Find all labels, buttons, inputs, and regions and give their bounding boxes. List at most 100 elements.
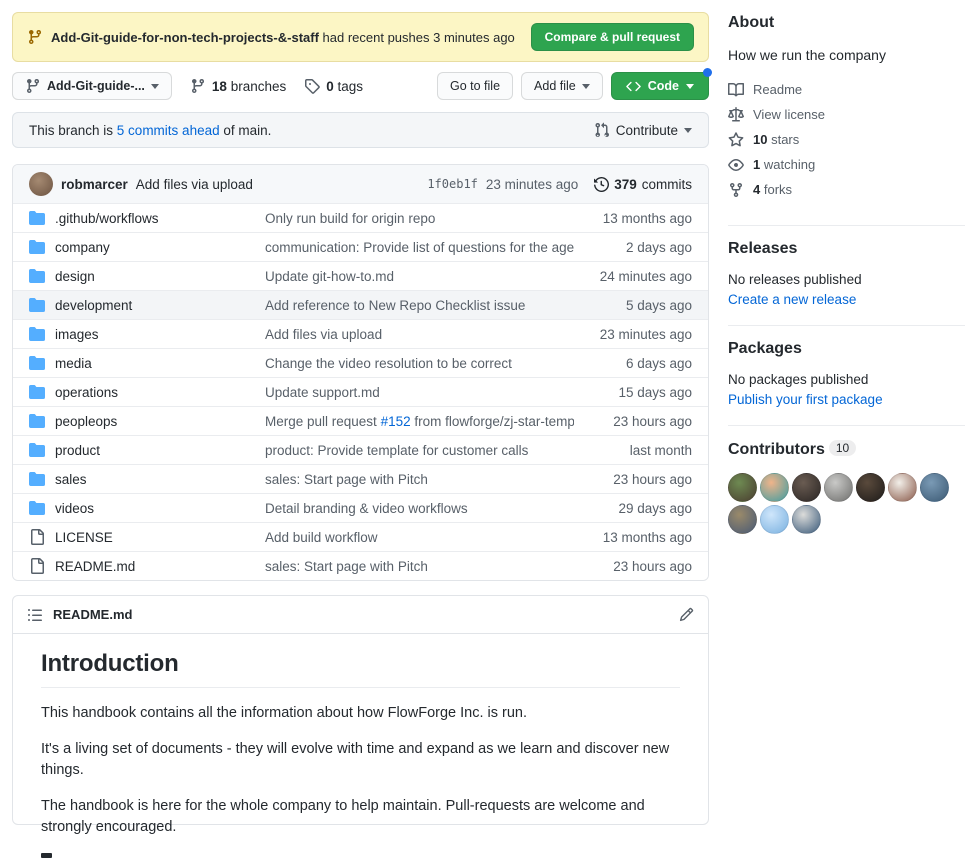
file-age-link[interactable]: 6 days ago (626, 356, 692, 371)
list-icon[interactable] (27, 607, 43, 623)
contributors-title: Contributors10 (728, 440, 965, 459)
branches-link[interactable]: 18 branches (190, 78, 286, 94)
file-age-link[interactable]: 23 hours ago (613, 472, 692, 487)
contributor-avatar[interactable] (824, 473, 853, 502)
file-name-link[interactable]: README.md (55, 559, 135, 574)
file-name-link[interactable]: images (55, 327, 99, 342)
file-commit-message-link[interactable]: Only run build for origin repo (265, 211, 435, 226)
contributor-avatar[interactable] (792, 505, 821, 534)
code-button[interactable]: Code (611, 72, 709, 100)
edit-readme-button[interactable] (679, 607, 694, 622)
tags-count: 0 (326, 79, 334, 94)
file-name-link[interactable]: product (55, 443, 100, 458)
contributor-avatar[interactable] (760, 473, 789, 502)
commit-message-link[interactable]: Add files via upload (136, 177, 253, 192)
contributor-avatar[interactable] (920, 473, 949, 502)
file-commit-message-link[interactable]: Add files via upload (265, 327, 382, 342)
folder-icon (29, 500, 45, 516)
readme-paragraph: The handbook is here for the whole compa… (41, 796, 680, 838)
contribute-dropdown[interactable]: Contribute (594, 122, 692, 138)
tags-link[interactable]: 0 tags (304, 78, 363, 94)
file-commit-message-link[interactable]: Merge pull request (265, 414, 381, 429)
create-release-link[interactable]: Create a new release (728, 292, 965, 307)
file-commit-message-link[interactable]: Change the video resolution to be correc… (265, 356, 512, 371)
git-branch-icon (27, 29, 43, 45)
file-commit-message-link[interactable]: sales: Start page with Pitch (265, 472, 428, 487)
file-commit-message-link[interactable]: Detail branding & video workflows (265, 501, 468, 516)
contributor-avatar[interactable] (760, 505, 789, 534)
add-file-label: Add file (534, 79, 576, 93)
file-age-link[interactable]: 13 months ago (603, 211, 692, 226)
readme-panel: README.md Introduction This handbook con… (12, 595, 709, 825)
file-age-link[interactable]: 23 minutes ago (600, 327, 692, 342)
code-button-label: Code (648, 79, 679, 93)
eye-icon (728, 157, 744, 173)
file-name-link[interactable]: peopleops (55, 414, 117, 429)
issue-link[interactable]: #152 (381, 414, 411, 429)
file-commit-message-link[interactable]: product: Provide template for customer c… (265, 443, 528, 458)
fork-icon (728, 182, 744, 198)
file-name-link[interactable]: sales (55, 472, 87, 487)
file-name-link[interactable]: company (55, 240, 110, 255)
contributor-avatar[interactable] (728, 505, 757, 534)
sidebar: About How we run the company ReadmeView … (728, 0, 965, 552)
commit-time: 23 minutes ago (486, 177, 578, 192)
file-age-link[interactable]: 2 days ago (626, 240, 692, 255)
commit-sha-link[interactable]: 1f0eb1f (427, 177, 478, 191)
table-row: images Add files via upload 23 minutes ago (13, 319, 708, 348)
add-file-button[interactable]: Add file (521, 72, 603, 100)
branch-status-text: This branch is 5 commits ahead of main. (29, 123, 271, 138)
chevron-down-icon (684, 128, 692, 133)
file-age-link[interactable]: 24 minutes ago (600, 269, 692, 284)
readme-heading: Introduction (41, 650, 680, 688)
sidebar-item-view-license[interactable]: View license (728, 107, 965, 123)
compare-pull-request-button[interactable]: Compare & pull request (531, 23, 694, 51)
file-commit-message-link[interactable]: sales: Start page with Pitch (265, 559, 428, 574)
sidebar-item-watching[interactable]: 1 watching (728, 157, 965, 173)
contributor-avatar[interactable] (856, 473, 885, 502)
file-name-link[interactable]: LICENSE (55, 530, 113, 545)
contributor-avatar[interactable] (728, 473, 757, 502)
commits-ahead-link[interactable]: 5 commits ahead (117, 123, 220, 138)
packages-empty-text: No packages published (728, 372, 965, 387)
sidebar-item-forks[interactable]: 4 forks (728, 182, 965, 198)
file-name-link[interactable]: media (55, 356, 92, 371)
file-commit-message-link[interactable]: Update git-how-to.md (265, 269, 394, 284)
commit-history-link[interactable]: 379 commits (594, 177, 692, 192)
sidebar-item-stars[interactable]: 10 stars (728, 132, 965, 148)
file-age-link[interactable]: 29 days ago (618, 501, 692, 516)
file-commit-message-link[interactable]: Update support.md (265, 385, 380, 400)
go-to-file-button[interactable]: Go to file (437, 72, 513, 100)
file-age-link[interactable]: last month (630, 443, 692, 458)
commit-author-link[interactable]: robmarcer (61, 177, 128, 192)
folder-icon (29, 297, 45, 313)
folder-icon (29, 210, 45, 226)
file-name-link[interactable]: operations (55, 385, 118, 400)
banner-branch-name: Add-Git-guide-for-non-tech-projects-&-st… (51, 30, 319, 45)
file-name-link[interactable]: .github/workflows (55, 211, 159, 226)
file-age-link[interactable]: 23 hours ago (613, 414, 692, 429)
file-name-link[interactable]: design (55, 269, 95, 284)
commit-author-avatar[interactable] (29, 172, 53, 196)
contributor-avatar[interactable] (792, 473, 821, 502)
file-age-link[interactable]: 5 days ago (626, 298, 692, 313)
file-age-link[interactable]: 23 hours ago (613, 559, 692, 574)
file-name-link[interactable]: development (55, 298, 132, 313)
file-age-link[interactable]: 13 months ago (603, 530, 692, 545)
file-name-link[interactable]: videos (55, 501, 94, 516)
publish-package-link[interactable]: Publish your first package (728, 392, 965, 407)
table-row: product product: Provide template for cus… (13, 435, 708, 464)
file-commit-message-link[interactable]: Add build workflow (265, 530, 378, 545)
readme-title: README.md (53, 607, 132, 622)
readme-paragraph: This handbook contains all the informati… (41, 703, 680, 724)
contributor-avatar[interactable] (888, 473, 917, 502)
file-age-link[interactable]: 15 days ago (618, 385, 692, 400)
readme-header: README.md (13, 596, 708, 634)
branch-selector-dropdown[interactable]: Add-Git-guide-... (12, 72, 172, 100)
file-commit-message-link[interactable]: Add reference to New Repo Checklist issu… (265, 298, 525, 313)
sidebar-item-readme[interactable]: Readme (728, 82, 965, 98)
folder-icon (29, 268, 45, 284)
tags-label: tags (338, 79, 364, 94)
recent-push-banner: Add-Git-guide-for-non-tech-projects-&-st… (12, 12, 709, 62)
file-commit-message-link[interactable]: communication: Provide list of questions… (265, 240, 574, 255)
